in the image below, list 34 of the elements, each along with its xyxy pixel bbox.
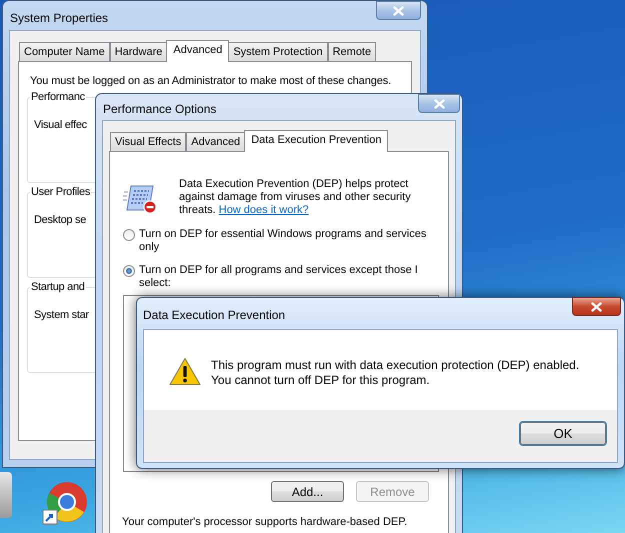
tab[interactable]: Advanced bbox=[166, 40, 230, 62]
group-text: Desktop se bbox=[34, 214, 86, 226]
window-title: System Properties bbox=[10, 10, 108, 27]
close-button[interactable] bbox=[418, 94, 460, 113]
tab[interactable]: Advanced bbox=[186, 132, 246, 151]
radio-button[interactable] bbox=[123, 229, 135, 241]
tab[interactable]: Visual Effects bbox=[110, 132, 186, 151]
dialog-button[interactable]: OK bbox=[520, 422, 606, 445]
close-icon bbox=[393, 6, 404, 16]
close-button[interactable] bbox=[572, 297, 621, 316]
message-text: This program must run with data execution protection (DEP) enabled. You cannot turn off DEP for this program. bbox=[211, 357, 580, 388]
close-icon bbox=[591, 302, 602, 312]
shortcut-icon[interactable] bbox=[42, 480, 88, 526]
group-text: Visual effec bbox=[34, 119, 87, 131]
option-label: Turn on DEP for essential Windows programs and services only bbox=[139, 228, 428, 254]
tab[interactable]: Computer Name bbox=[19, 42, 110, 61]
option-label: Turn on DEP for all programs and services except those I select: bbox=[139, 264, 419, 290]
tab[interactable]: Data Execution Prevention bbox=[244, 130, 388, 152]
tab[interactable]: Hardware bbox=[110, 42, 168, 61]
dialog-button[interactable]: Add... bbox=[271, 481, 344, 502]
tab[interactable]: Remote bbox=[328, 42, 376, 61]
tab[interactable]: System Protection bbox=[228, 42, 328, 61]
window-title: Performance Options bbox=[103, 101, 216, 118]
footer-text: Your computer's processor supports hardware-based DEP. bbox=[122, 515, 408, 529]
close-icon bbox=[434, 98, 444, 108]
group-text: System star bbox=[34, 309, 89, 321]
dialog-title: Data Execution Prevention bbox=[143, 307, 286, 324]
close-button[interactable] bbox=[376, 1, 421, 20]
notice-text: You must be logged on as an Administrator to make most of these changes. bbox=[30, 74, 392, 88]
radio-button[interactable] bbox=[123, 265, 135, 277]
description-text: Data Execution Prevention (DEP) helps protect against damage from viruses and other security threats. How does it work? bbox=[179, 178, 412, 217]
group-title: Startup and bbox=[30, 280, 86, 294]
warning-icon bbox=[169, 357, 201, 386]
help-link[interactable]: How does it work? bbox=[218, 204, 309, 216]
